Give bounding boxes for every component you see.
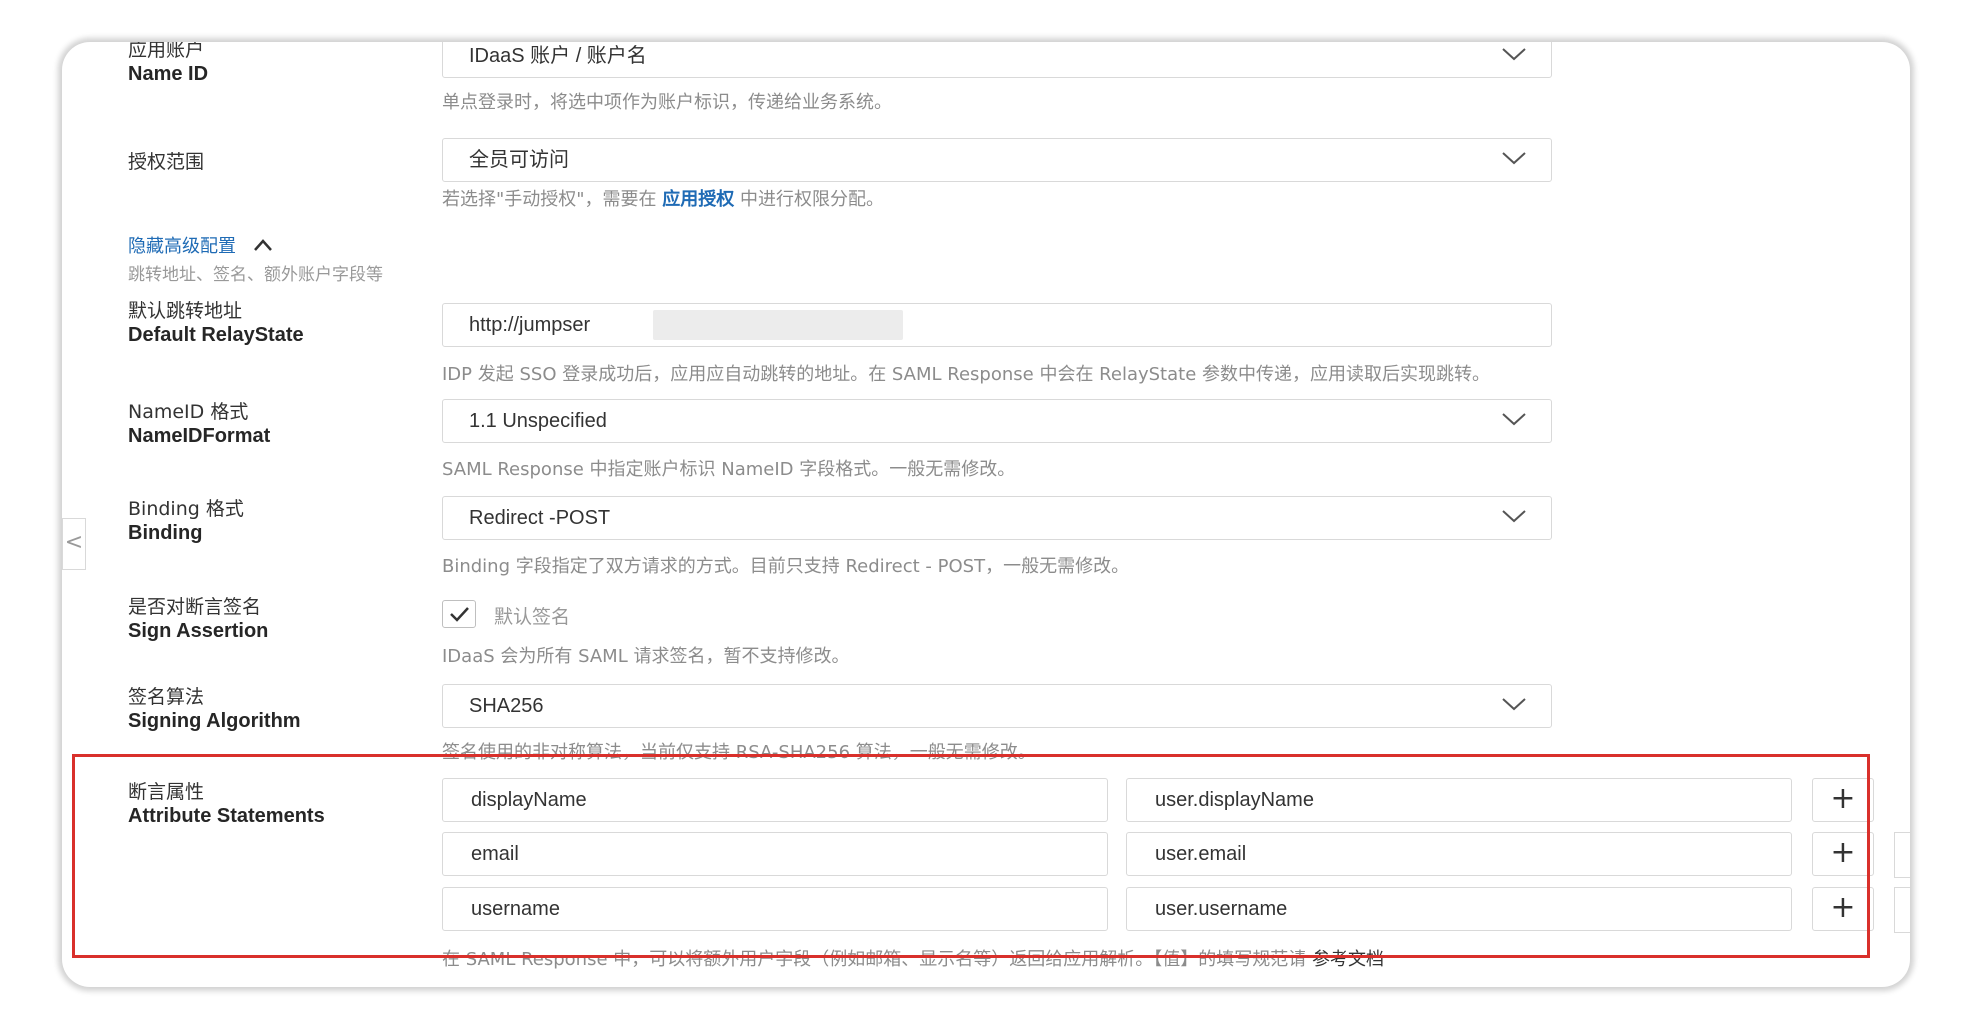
sign-assertion-label: 是否对断言签名 Sign Assertion xyxy=(128,595,268,643)
nameid-format-label-en: NameIDFormat xyxy=(128,425,271,447)
name-id-label-cn: 应用账户 xyxy=(128,42,205,61)
chevron-down-icon xyxy=(1502,152,1526,165)
saml-config-panel: 应用账户 Name ID IDaaS 账户 / 账户名 单点登录时，将选中项作为… xyxy=(62,42,1910,987)
sign-assertion-checkbox-label: 默认签名 xyxy=(494,606,571,628)
binding-value: Redirect -POST xyxy=(469,507,611,529)
signing-algorithm-label: 签名算法 Signing Algorithm xyxy=(128,685,301,733)
highlight-box xyxy=(72,754,1870,958)
binding-label: Binding 格式 Binding xyxy=(128,497,244,545)
nameid-format-select[interactable]: 1.1 Unspecified xyxy=(442,399,1552,443)
relay-state-input[interactable]: http://jumpser xyxy=(442,303,1552,347)
advanced-subtitle: 跳转地址、签名、额外账户字段等 xyxy=(128,265,383,285)
scope-help: 若选择"手动授权"，需要在 应用授权 中进行权限分配。 xyxy=(442,185,884,211)
chevron-down-icon xyxy=(1502,510,1526,523)
signing-algorithm-label-cn: 签名算法 xyxy=(128,686,205,708)
redacted-blur xyxy=(653,310,903,340)
relay-state-label: 默认跳转地址 Default RelayState xyxy=(128,299,304,347)
scope-help-suffix: 中进行权限分配。 xyxy=(734,189,885,210)
name-id-value: IDaaS 账户 / 账户名 xyxy=(469,45,647,67)
chevron-down-icon xyxy=(1502,48,1526,61)
scope-label: 授权范围 xyxy=(128,151,205,173)
nameid-format-label-cn: NameID 格式 xyxy=(128,401,249,423)
advanced-toggle-label: 隐藏高级配置 xyxy=(128,236,236,257)
nameid-format-help: SAML Response 中指定账户标识 NameID 字段格式。一般无需修改… xyxy=(442,459,1016,480)
signing-algorithm-select[interactable]: SHA256 xyxy=(442,684,1552,728)
sign-assertion-checkbox[interactable] xyxy=(442,600,476,628)
scope-value: 全员可访问 xyxy=(469,149,569,171)
binding-label-en: Binding xyxy=(128,522,203,544)
name-id-help: 单点登录时，将选中项作为账户标识，传递给业务系统。 xyxy=(442,92,892,113)
name-id-label-en: Name ID xyxy=(128,63,209,85)
sign-assertion-label-en: Sign Assertion xyxy=(128,620,269,642)
name-id-label: 应用账户 Name ID xyxy=(128,42,208,86)
signing-algorithm-value: SHA256 xyxy=(469,695,544,717)
nameid-format-value: 1.1 Unspecified xyxy=(469,410,607,432)
relay-state-help: IDP 发起 SSO 登录成功后，应用应自动跳转的地址。在 SAML Respo… xyxy=(442,364,1490,385)
chevron-down-icon xyxy=(1502,698,1526,711)
sign-assertion-help: IDaaS 会为所有 SAML 请求签名，暂不支持修改。 xyxy=(442,646,850,667)
checkmark-icon xyxy=(450,607,469,622)
sign-assertion-label-cn: 是否对断言签名 xyxy=(128,596,262,618)
scope-help-prefix: 若选择"手动授权"，需要在 xyxy=(442,189,663,210)
relay-state-label-cn: 默认跳转地址 xyxy=(128,300,243,322)
chevron-up-icon xyxy=(253,239,272,251)
collapse-side-button[interactable]: < xyxy=(62,518,86,570)
remove-attribute-button[interactable] xyxy=(1894,832,1910,878)
chevron-down-icon xyxy=(1502,413,1526,426)
name-id-select[interactable]: IDaaS 账户 / 账户名 xyxy=(442,42,1552,78)
advanced-toggle[interactable]: 隐藏高级配置 xyxy=(128,232,274,258)
signing-algorithm-label-en: Signing Algorithm xyxy=(128,710,301,732)
binding-label-cn: Binding 格式 xyxy=(128,498,244,520)
remove-attribute-button[interactable] xyxy=(1894,887,1910,933)
app-authorization-link[interactable]: 应用授权 xyxy=(662,189,734,210)
binding-select[interactable]: Redirect -POST xyxy=(442,496,1552,540)
scope-select[interactable]: 全员可访问 xyxy=(442,138,1552,182)
relay-state-label-en: Default RelayState xyxy=(128,324,304,346)
binding-help: Binding 字段指定了双方请求的方式。目前只支持 Redirect - PO… xyxy=(442,556,1130,577)
nameid-format-label: NameID 格式 NameIDFormat xyxy=(128,400,270,448)
relay-state-value: http://jumpser xyxy=(469,314,591,336)
